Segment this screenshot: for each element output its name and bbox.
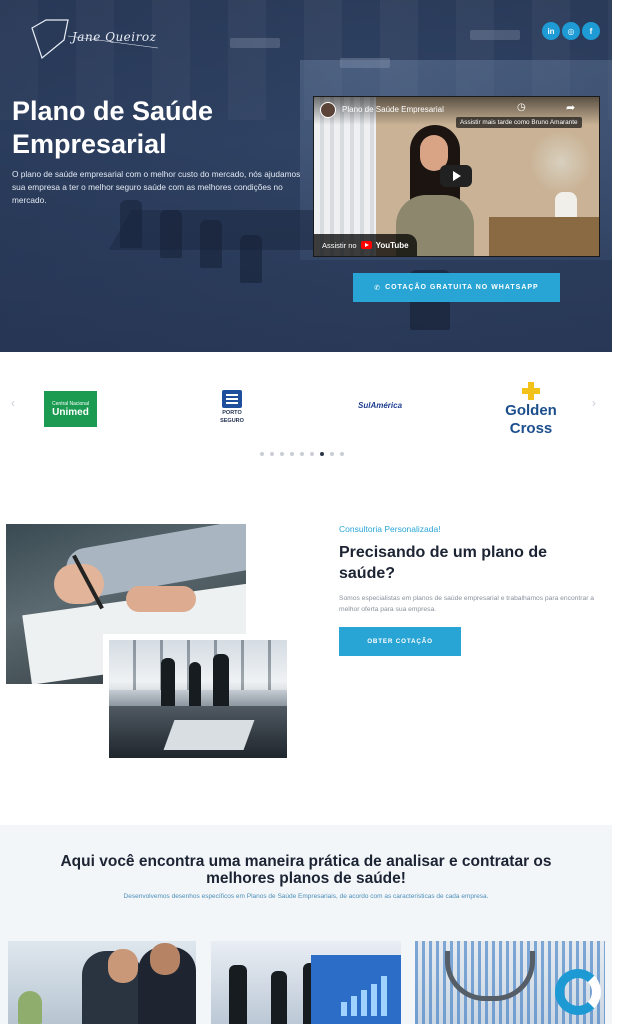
youtube-wordmark: YouTube: [375, 240, 409, 250]
video-plant: [531, 127, 591, 197]
image-hand: [126, 586, 196, 612]
channel-avatar[interactable]: [320, 102, 336, 118]
video-title[interactable]: Plano de Saúde Empresarial: [342, 105, 444, 114]
hero-section: Jane Queiroz in ◎ f Plano de Saúde Empre…: [0, 0, 612, 352]
get-quote-button[interactable]: OBTER COTAÇÃO: [339, 627, 461, 656]
card-image-stethoscope: [415, 941, 605, 1024]
linkedin-icon[interactable]: in: [542, 22, 560, 40]
image-face: [108, 949, 138, 983]
image-plant: [18, 991, 42, 1024]
carousel-dot[interactable]: [310, 452, 314, 456]
hero-title: Plano de Saúde Empresarial: [12, 96, 214, 159]
image-silhouette: [189, 662, 201, 708]
whatsapp-button-label: COTAÇÃO GRATUITA NO WHATSAPP: [385, 284, 539, 291]
carousel-dot[interactable]: [340, 452, 344, 456]
porto-logo-line2: SEGURO: [220, 418, 244, 424]
instagram-icon[interactable]: ◎: [562, 22, 580, 40]
image-silhouette: [161, 658, 175, 708]
cross-icon: [522, 382, 540, 400]
video-shelf: [489, 217, 599, 256]
benefits-section: Aqui você encontra uma maneira prática d…: [0, 825, 612, 1024]
sulamerica-logo-text: SulAmérica: [358, 401, 403, 410]
image-silhouette: [213, 654, 229, 708]
image-bar: [351, 996, 357, 1016]
carousel-dot[interactable]: [270, 452, 274, 456]
golden-cross-logo: Golden Cross: [496, 382, 566, 442]
sulamerica-logo: SulAmérica: [358, 401, 402, 410]
golden-logo-line1: Golden: [505, 402, 557, 419]
carousel-dot[interactable]: [280, 452, 284, 456]
video-player[interactable]: Plano de Saúde Empresarial ◷ ➦ Assistir …: [313, 96, 600, 257]
partners-carousel: ‹ › Central Nacional Unimed PORTO SEGURO…: [0, 352, 612, 472]
image-paper: [163, 720, 255, 750]
image-face: [150, 943, 180, 975]
whatsapp-quote-button[interactable]: ✆ COTAÇÃO GRATUITA NO WHATSAPP: [353, 273, 560, 302]
image-bar: [381, 976, 387, 1016]
porto-seguro-icon: [222, 390, 242, 408]
benefits-subtitle: Desenvolvemos desenhos específicos em Pl…: [123, 893, 489, 900]
image-bar: [371, 984, 377, 1016]
whatsapp-icon: ✆: [374, 284, 382, 292]
card-image-business-chart: [211, 941, 401, 1024]
carousel-dot[interactable]: [260, 452, 264, 456]
image-bar: [361, 990, 367, 1016]
youtube-icon: [360, 241, 372, 249]
logo-text: Jane Queiroz: [72, 30, 157, 44]
image-silhouette: [271, 971, 287, 1024]
facebook-icon[interactable]: f: [582, 22, 600, 40]
consult-description: Somos especialistas em planos de saúde e…: [339, 595, 595, 613]
golden-logo-line2: Cross: [509, 420, 553, 437]
unimed-logo: Central Nacional Unimed: [44, 391, 97, 427]
carousel-dot[interactable]: [300, 452, 304, 456]
play-button[interactable]: [440, 165, 472, 187]
business-meeting-image: [103, 634, 293, 764]
pie-chart-icon: [555, 969, 601, 1015]
chevron-right-icon[interactable]: ›: [592, 396, 596, 410]
watch-on-label: Assistir no: [322, 240, 357, 250]
carousel-dot[interactable]: [330, 452, 334, 456]
clock-icon[interactable]: ◷: [517, 102, 526, 113]
brand-logo[interactable]: Jane Queiroz: [28, 18, 163, 62]
unimed-logo-line2: Unimed: [52, 406, 89, 418]
card-image-consultants: [8, 941, 196, 1024]
consult-title: Precisando de um plano de saúde?: [339, 544, 548, 582]
image-bar: [341, 1002, 347, 1016]
image-silhouette: [229, 965, 247, 1024]
business-meeting-photo: [109, 640, 287, 758]
share-icon[interactable]: ➦: [566, 101, 575, 114]
watch-later-tooltip: Assistir mais tarde como Bruno Amarante: [456, 117, 582, 128]
chevron-left-icon[interactable]: ‹: [11, 396, 15, 410]
carousel-dot[interactable]: [320, 452, 324, 456]
hero-description: O plano de saúde empresarial com o melho…: [12, 169, 301, 205]
carousel-dots: [260, 452, 344, 456]
watch-on-youtube[interactable]: Assistir no YouTube: [314, 234, 417, 256]
porto-logo-line1: PORTO: [222, 410, 242, 416]
porto-seguro-logo: PORTO SEGURO: [218, 390, 246, 426]
consult-eyebrow: Consultoria Personalizada!: [339, 524, 441, 534]
benefits-title: Aqui você encontra uma maneira prática d…: [60, 853, 552, 887]
carousel-dot[interactable]: [290, 452, 294, 456]
image-screen: [311, 955, 401, 1024]
